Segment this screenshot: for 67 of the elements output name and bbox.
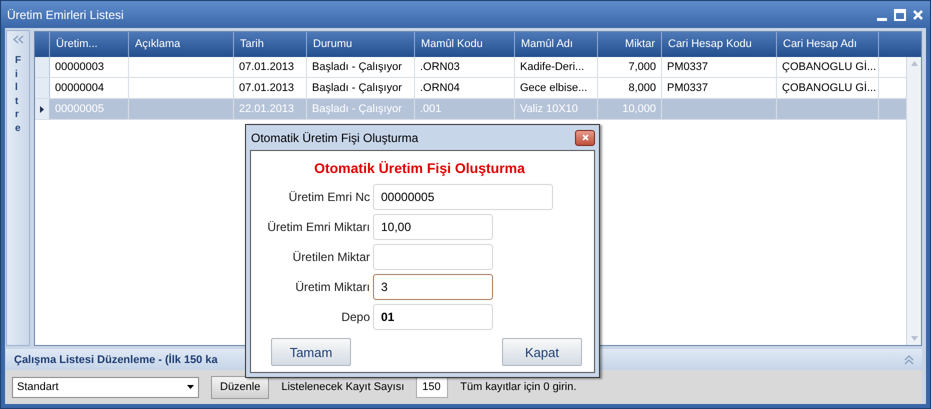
filter-label: Filtre: [14, 54, 22, 135]
scrollbar[interactable]: [906, 57, 921, 345]
table-cell: .001: [415, 99, 515, 119]
panel-title: Çalışma Listesi Düzenleme - (İlk 150 ka: [14, 354, 218, 366]
window-title: Üretim Emirleri Listesi: [7, 8, 124, 22]
table-cell: 7,000: [598, 57, 662, 77]
ok-button[interactable]: Tamam: [271, 338, 351, 366]
table-cell: .ORN04: [415, 78, 515, 98]
field-label: Depo: [340, 310, 370, 324]
table-row[interactable]: 00000003 07.01.2013 Başladı - Çalışıyor .ORN03 Kadife-Deri... 7,000 PM0337 ÇOBANOGLU Gİ...: [35, 57, 906, 78]
table-cell: 10,000: [598, 99, 662, 119]
collapse-icon[interactable]: [904, 354, 914, 364]
table-cell: Gece elbise...: [515, 78, 598, 98]
maximize-icon[interactable]: [894, 8, 906, 20]
table-cell: 00000004: [50, 78, 129, 98]
table-cell: PM0337: [662, 78, 777, 98]
column-header[interactable]: Cari Hesap Adı: [777, 32, 879, 57]
hint-text: Tüm kayıtlar için 0 girin.: [460, 381, 576, 393]
table-cell: 07.01.2013: [234, 78, 307, 98]
table-cell: .ORN03: [415, 57, 515, 77]
table-cell: Başladı - Çalışıyor: [307, 99, 415, 119]
scroll-down-icon[interactable]: [910, 335, 918, 342]
close-button[interactable]: Kapat: [502, 338, 582, 366]
table-cell: 22.01.2013: [234, 99, 307, 119]
count-label: Listelenecek Kayıt Sayısı: [281, 381, 404, 393]
row-header[interactable]: [35, 99, 50, 119]
scroll-up-icon[interactable]: [910, 60, 918, 67]
input-field[interactable]: [373, 244, 493, 270]
input-field[interactable]: 00000005: [373, 184, 553, 210]
input-field[interactable]: 3: [373, 274, 493, 300]
column-header[interactable]: Mamûl Kodu: [415, 32, 515, 57]
row-pointer-icon: [39, 104, 45, 114]
field-label: Üretim Emri Nc: [288, 190, 370, 204]
close-icon: [582, 134, 588, 141]
dropdown-arrow-icon: [187, 385, 194, 389]
table-cell: ÇOBANOGLU Gİ...: [777, 57, 879, 77]
column-header[interactable]: Açıklama: [129, 32, 234, 57]
input-field[interactable]: 01: [373, 304, 493, 330]
table-cell: PM0337: [662, 57, 777, 77]
column-header[interactable]: Tarih: [234, 32, 307, 57]
table-cell: 00000003: [50, 57, 129, 77]
field-label: Üretim Emri Miktarı: [266, 220, 370, 234]
column-header[interactable]: Miktar: [598, 32, 662, 57]
field-label: Üretim Miktarı: [294, 280, 370, 294]
close-icon[interactable]: [912, 8, 924, 20]
table-cell: 8,000: [598, 78, 662, 98]
expand-icon[interactable]: [12, 35, 24, 44]
table-cell: Başladı - Çalışıyor: [307, 78, 415, 98]
dialog-heading: Otomatik Üretim Fişi Oluşturma: [313, 160, 526, 176]
column-header[interactable]: Mamûl Adı: [515, 32, 598, 57]
table-cell: Başladı - Çalışıyor: [307, 57, 415, 77]
table-cell: ÇOBANOGLU Gİ...: [777, 78, 879, 98]
table-cell: Valiz 10X10: [515, 99, 598, 119]
count-field[interactable]: 150: [416, 376, 448, 398]
edit-button[interactable]: Düzenle: [211, 376, 270, 398]
field-label: Üretilen Miktar: [292, 250, 370, 264]
close-button[interactable]: [575, 130, 595, 146]
column-header[interactable]: Cari Hesap Kodu: [662, 32, 777, 57]
table-cell: 07.01.2013: [234, 57, 307, 77]
column-header[interactable]: Üretim...: [50, 32, 129, 57]
filter-panel[interactable]: Filtre: [6, 30, 30, 346]
table-cell: Kadife-Deri...: [515, 57, 598, 77]
dialog-title: Otomatik Üretim Fişi Oluşturma: [251, 130, 418, 144]
table-cell: 00000005: [50, 99, 129, 119]
view-dropdown[interactable]: Standart: [12, 376, 199, 398]
column-header[interactable]: Durumu: [307, 32, 415, 57]
input-field[interactable]: 10,00: [373, 214, 493, 240]
